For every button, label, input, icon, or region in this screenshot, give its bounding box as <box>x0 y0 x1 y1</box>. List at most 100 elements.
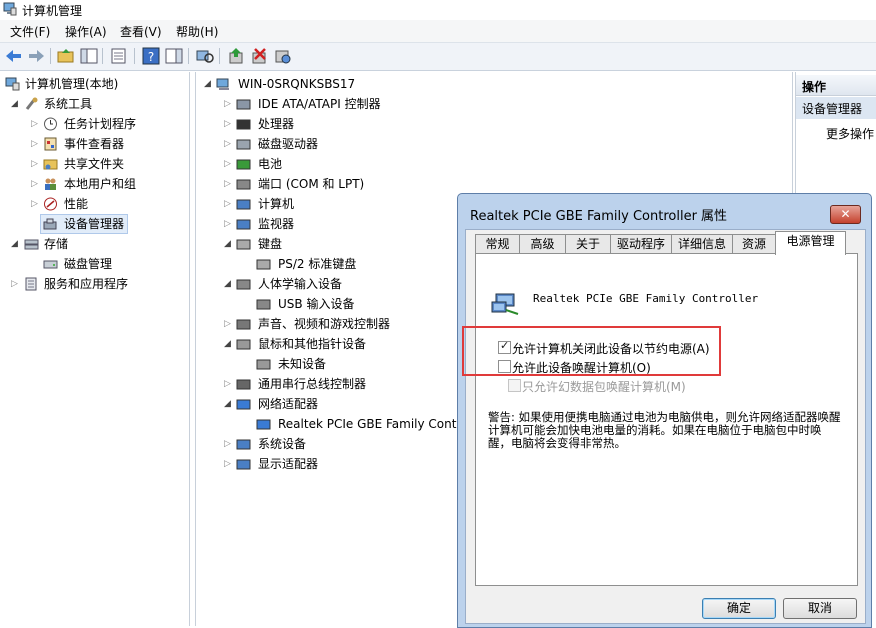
collapsed-arrow-icon[interactable]: ▷ <box>224 214 231 234</box>
tree-node-storage[interactable]: ◢ 存储 <box>0 234 189 254</box>
menu-view[interactable]: 查看(V) <box>118 23 164 40</box>
device-node[interactable]: ▷ IDE ATA/ATAPI 控制器 <box>196 94 792 114</box>
event-viewer-icon <box>44 137 57 151</box>
tree-label: 本地用户和组 <box>64 177 137 191</box>
device-node[interactable]: ▷ 处理器 <box>196 114 792 134</box>
device-node[interactable]: ▷ 磁盘驱动器 <box>196 134 792 154</box>
computer-icon <box>236 199 251 210</box>
cancel-button[interactable]: 取消 <box>783 598 857 619</box>
tab-about[interactable]: 关于 <box>565 234 611 254</box>
collapsed-arrow-icon[interactable]: ▷ <box>224 154 231 174</box>
tree-node-device-manager[interactable]: 设备管理器 <box>40 214 128 234</box>
device-label: PS/2 标准键盘 <box>278 257 357 271</box>
tree-label: 计算机管理(本地) <box>25 77 119 91</box>
keyboard-icon <box>236 239 251 250</box>
expanded-arrow-icon[interactable]: ◢ <box>224 274 231 294</box>
device-label: 计算机 <box>258 197 295 211</box>
ok-button[interactable]: 确定 <box>702 598 776 619</box>
device-label: IDE ATA/ATAPI 控制器 <box>258 97 381 111</box>
collapsed-arrow-icon[interactable]: ▷ <box>224 454 231 474</box>
expanded-arrow-icon[interactable]: ◢ <box>224 334 231 354</box>
collapsed-arrow-icon[interactable]: ▷ <box>224 114 231 134</box>
device-name: Realtek PCIe GBE Family Controller <box>533 292 759 305</box>
device-node-computer[interactable]: ◢ WIN-0SRQNKSBS17 <box>196 74 792 94</box>
tree-node-system-tools[interactable]: ◢ 系统工具 <box>0 94 189 114</box>
device-label: USB 输入设备 <box>278 297 355 311</box>
tree-node-disk-management[interactable]: 磁盘管理 <box>0 254 189 274</box>
collapsed-arrow-icon[interactable]: ▷ <box>31 194 38 214</box>
tree-node-performance[interactable]: ▷ 性能 <box>0 194 189 214</box>
toolbar-separator <box>134 48 135 64</box>
collapsed-arrow-icon[interactable]: ▷ <box>224 174 231 194</box>
update-driver-icon[interactable] <box>227 47 247 65</box>
collapsed-arrow-icon[interactable]: ▷ <box>31 134 38 154</box>
collapsed-arrow-icon[interactable]: ▷ <box>224 134 231 154</box>
help-icon[interactable]: ? <box>141 47 161 65</box>
menu-help[interactable]: 帮助(H) <box>174 23 220 40</box>
device-node[interactable]: ▷ 电池 <box>196 154 792 174</box>
collapsed-arrow-icon[interactable]: ▷ <box>224 314 231 334</box>
highlight-box <box>462 326 721 376</box>
collapsed-arrow-icon[interactable]: ▷ <box>31 174 38 194</box>
more-actions-link[interactable]: 更多操作 <box>826 125 874 142</box>
device-label: 监视器 <box>258 217 295 231</box>
show-hide-tree-icon[interactable] <box>79 47 99 65</box>
expanded-arrow-icon[interactable]: ◢ <box>224 234 231 254</box>
tree-node-task-scheduler[interactable]: ▷ 任务计划程序 <box>0 114 189 134</box>
device-label: 鼠标和其他指针设备 <box>258 337 367 351</box>
console-tree: 计算机管理(本地) ◢ 系统工具 ▷ 任务计划程序 ▷ 事件查看器 ▷ 共享文件… <box>0 72 190 626</box>
device-label: 端口 (COM 和 LPT) <box>258 177 365 191</box>
tree-node-root[interactable]: 计算机管理(本地) <box>0 74 189 94</box>
collapsed-arrow-icon[interactable]: ▷ <box>31 154 38 174</box>
hid-icon <box>236 279 251 290</box>
tab-details[interactable]: 详细信息 <box>671 234 733 254</box>
device-label: 未知设备 <box>278 357 327 371</box>
expanded-arrow-icon[interactable]: ◢ <box>11 234 18 254</box>
tree-node-services[interactable]: ▷ 服务和应用程序 <box>0 274 189 294</box>
collapsed-arrow-icon[interactable]: ▷ <box>224 374 231 394</box>
tab-resources[interactable]: 资源 <box>732 234 776 254</box>
collapsed-arrow-icon[interactable]: ▷ <box>11 274 18 294</box>
display-adapter-icon <box>236 459 251 470</box>
tree-node-local-users[interactable]: ▷ 本地用户和组 <box>0 174 189 194</box>
device-label: 声音、视频和游戏控制器 <box>258 317 391 331</box>
back-arrow-icon[interactable] <box>4 47 24 65</box>
tab-driver[interactable]: 驱动程序 <box>610 234 672 254</box>
collapsed-arrow-icon[interactable]: ▷ <box>224 194 231 214</box>
toolbar-separator <box>102 48 103 64</box>
properties-icon[interactable] <box>109 47 129 65</box>
system-device-icon <box>236 439 251 450</box>
forward-arrow-icon[interactable] <box>26 47 46 65</box>
device-label: 网络适配器 <box>258 397 319 411</box>
show-action-pane-icon[interactable] <box>164 47 184 65</box>
expanded-arrow-icon[interactable]: ◢ <box>11 94 18 114</box>
tree-node-shared-folders[interactable]: ▷ 共享文件夹 <box>0 154 189 174</box>
uninstall-device-icon[interactable] <box>250 47 270 65</box>
tree-node-event-viewer[interactable]: ▷ 事件查看器 <box>0 134 189 154</box>
hid-icon <box>256 299 271 310</box>
actions-header-label: 操作 <box>802 80 827 94</box>
performance-icon <box>44 197 57 211</box>
magic-packet-checkbox <box>508 379 521 392</box>
up-folder-icon[interactable] <box>56 47 76 65</box>
collapsed-arrow-icon[interactable]: ▷ <box>224 94 231 114</box>
tab-general[interactable]: 常规 <box>475 234 520 254</box>
scan-hardware-icon[interactable] <box>195 47 215 65</box>
tree-label: 系统工具 <box>44 97 93 111</box>
collapsed-arrow-icon[interactable]: ▷ <box>31 114 38 134</box>
device-node[interactable]: ▷ 端口 (COM 和 LPT) <box>196 174 792 194</box>
disable-device-icon[interactable] <box>273 47 293 65</box>
collapsed-arrow-icon[interactable]: ▷ <box>224 434 231 454</box>
close-button[interactable]: ✕ <box>830 205 861 224</box>
expanded-arrow-icon[interactable]: ◢ <box>204 74 211 94</box>
device-label: 处理器 <box>258 117 295 131</box>
users-icon <box>45 178 56 190</box>
menu-file[interactable]: 文件(F) <box>8 23 52 40</box>
tab-power-management[interactable]: 电源管理 <box>775 231 846 255</box>
processor-icon <box>236 119 251 130</box>
expanded-arrow-icon[interactable]: ◢ <box>224 394 231 414</box>
actions-section[interactable]: 设备管理器 <box>796 97 876 119</box>
network-adapter-icon <box>491 293 519 315</box>
tab-advanced[interactable]: 高级 <box>519 234 566 254</box>
menu-action[interactable]: 操作(A) <box>63 23 109 40</box>
